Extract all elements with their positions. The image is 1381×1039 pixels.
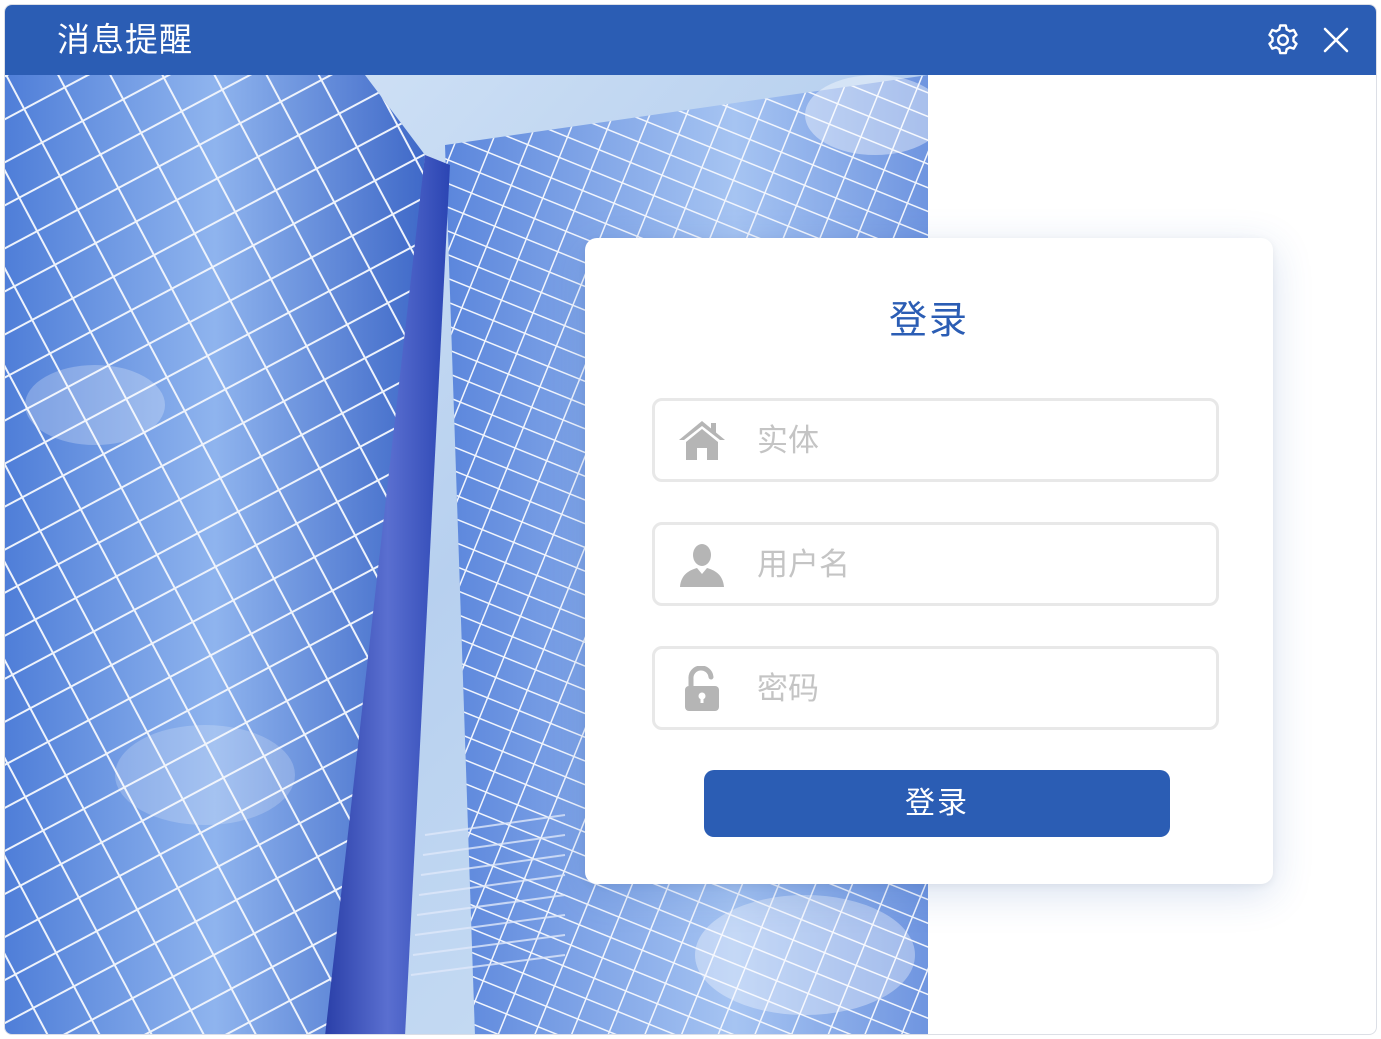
unlock-icon: [677, 666, 727, 712]
window-title: 消息提醒: [57, 20, 193, 59]
title-bar: 消息提醒: [5, 5, 1376, 75]
gear-icon: [1268, 24, 1298, 55]
close-icon: [1323, 27, 1349, 53]
login-window: 消息提醒 登录 实体 用户名 登录: [4, 4, 1377, 1035]
entity-field[interactable]: [652, 398, 1219, 482]
login-card: 登录 实体 用户名 登录: [585, 238, 1273, 884]
login-button[interactable]: 登录: [704, 770, 1170, 837]
username-field[interactable]: [652, 522, 1219, 606]
username-input[interactable]: [755, 537, 1199, 593]
user-icon: [677, 542, 727, 588]
password-input[interactable]: [755, 661, 1199, 717]
settings-button[interactable]: [1265, 22, 1301, 58]
password-field[interactable]: [652, 646, 1219, 730]
home-icon: [677, 418, 727, 464]
entity-input[interactable]: [755, 413, 1199, 469]
close-button[interactable]: [1318, 22, 1354, 58]
login-heading: 登录: [888, 298, 969, 342]
